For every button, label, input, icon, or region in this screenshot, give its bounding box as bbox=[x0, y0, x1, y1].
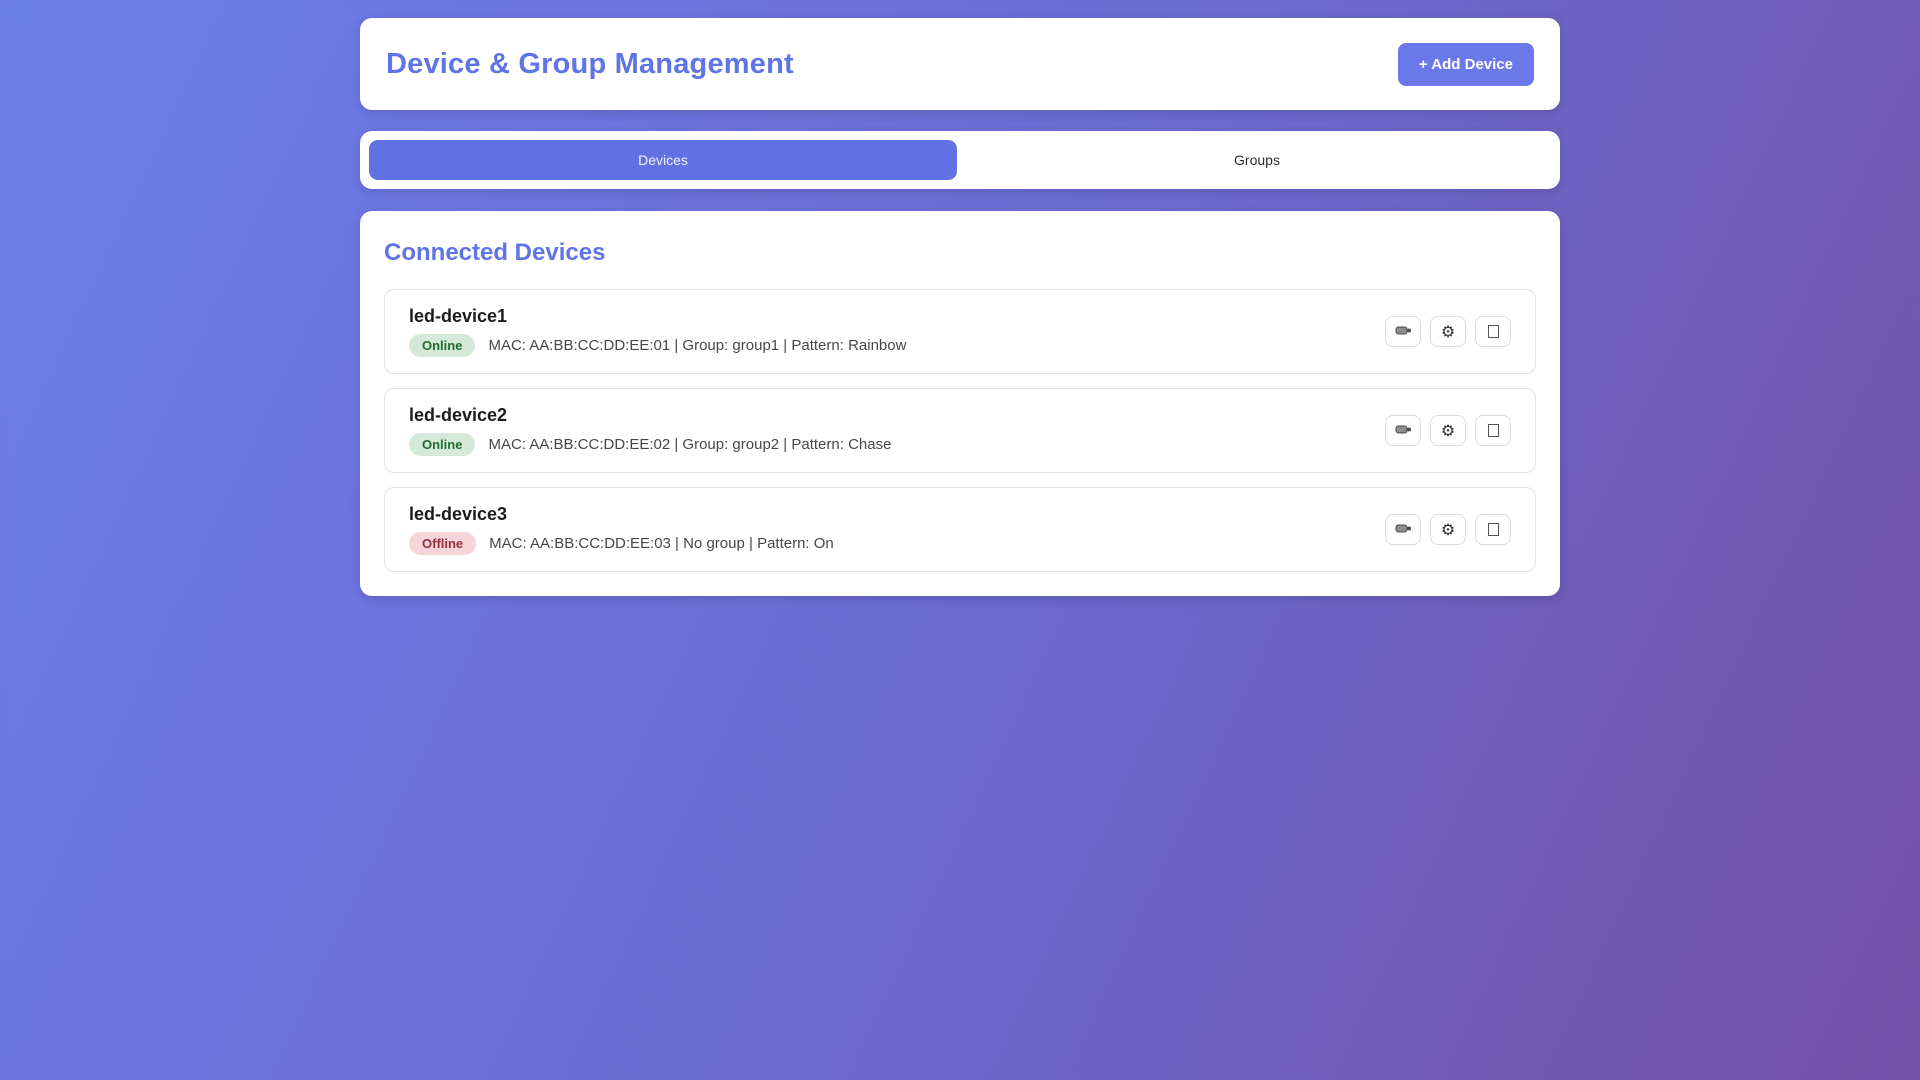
blink-device-button[interactable] bbox=[1385, 415, 1421, 446]
device-meta: MAC: AA:BB:CC:DD:EE:03 | No group | Patt… bbox=[489, 535, 834, 552]
flashlight-icon bbox=[1395, 423, 1412, 438]
device-name: led-device3 bbox=[409, 504, 834, 525]
device-info: led-device3 Offline MAC: AA:BB:CC:DD:EE:… bbox=[409, 504, 834, 555]
device-row: led-device1 Online MAC: AA:BB:CC:DD:EE:0… bbox=[384, 289, 1536, 374]
blink-device-button[interactable] bbox=[1385, 514, 1421, 545]
square-icon bbox=[1488, 523, 1499, 536]
stop-button[interactable] bbox=[1475, 514, 1511, 545]
add-device-button[interactable]: + Add Device bbox=[1398, 43, 1534, 86]
stop-button[interactable] bbox=[1475, 415, 1511, 446]
gear-icon: ⚙ bbox=[1441, 522, 1455, 538]
device-info: led-device1 Online MAC: AA:BB:CC:DD:EE:0… bbox=[409, 306, 906, 357]
device-info: led-device2 Online MAC: AA:BB:CC:DD:EE:0… bbox=[409, 405, 891, 456]
flashlight-icon bbox=[1395, 522, 1412, 537]
device-row: led-device2 Online MAC: AA:BB:CC:DD:EE:0… bbox=[384, 388, 1536, 473]
device-actions: ⚙ bbox=[1385, 514, 1511, 545]
blink-device-button[interactable] bbox=[1385, 316, 1421, 347]
status-badge: Offline bbox=[409, 532, 476, 555]
settings-button[interactable]: ⚙ bbox=[1430, 514, 1466, 545]
device-name: led-device1 bbox=[409, 306, 906, 327]
status-badge: Online bbox=[409, 433, 475, 456]
tab-bar: Devices Groups bbox=[360, 131, 1560, 189]
device-meta: MAC: AA:BB:CC:DD:EE:02 | Group: group2 |… bbox=[488, 436, 891, 453]
square-icon bbox=[1488, 424, 1499, 437]
section-heading: Connected Devices bbox=[384, 239, 1536, 267]
main-container: Device & Group Management + Add Device D… bbox=[360, 18, 1560, 596]
status-badge: Online bbox=[409, 334, 475, 357]
device-name: led-device2 bbox=[409, 405, 891, 426]
device-subline: Online MAC: AA:BB:CC:DD:EE:01 | Group: g… bbox=[409, 334, 906, 357]
gear-icon: ⚙ bbox=[1441, 324, 1455, 340]
device-subline: Online MAC: AA:BB:CC:DD:EE:02 | Group: g… bbox=[409, 433, 891, 456]
tab-devices[interactable]: Devices bbox=[369, 140, 957, 180]
stop-button[interactable] bbox=[1475, 316, 1511, 347]
device-actions: ⚙ bbox=[1385, 316, 1511, 347]
header-card: Device & Group Management + Add Device bbox=[360, 18, 1560, 110]
device-actions: ⚙ bbox=[1385, 415, 1511, 446]
device-meta: MAC: AA:BB:CC:DD:EE:01 | Group: group1 |… bbox=[488, 337, 906, 354]
connected-devices-card: Connected Devices led-device1 Online MAC… bbox=[360, 211, 1560, 596]
square-icon bbox=[1488, 325, 1499, 338]
settings-button[interactable]: ⚙ bbox=[1430, 415, 1466, 446]
device-row: led-device3 Offline MAC: AA:BB:CC:DD:EE:… bbox=[384, 487, 1536, 572]
page-title: Device & Group Management bbox=[386, 48, 794, 81]
tab-groups[interactable]: Groups bbox=[963, 140, 1551, 180]
flashlight-icon bbox=[1395, 324, 1412, 339]
device-subline: Offline MAC: AA:BB:CC:DD:EE:03 | No grou… bbox=[409, 532, 834, 555]
gear-icon: ⚙ bbox=[1441, 423, 1455, 439]
settings-button[interactable]: ⚙ bbox=[1430, 316, 1466, 347]
